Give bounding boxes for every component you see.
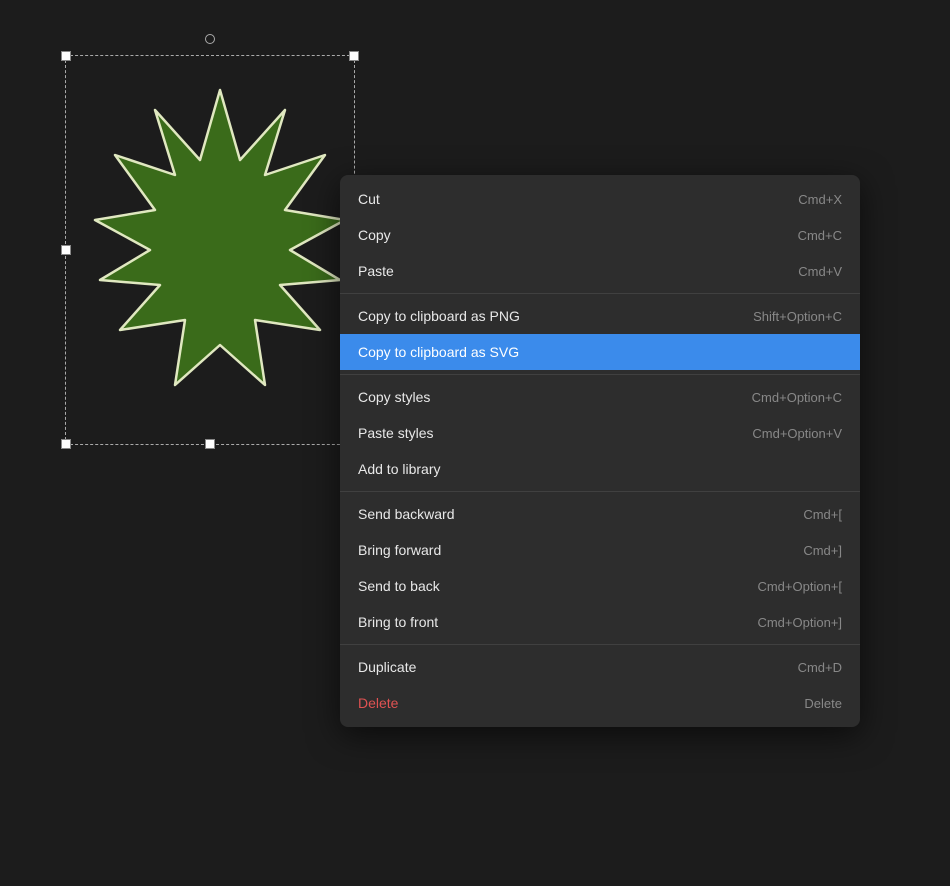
menu-item-copy-styles[interactable]: Copy styles Cmd+Option+C bbox=[340, 379, 860, 415]
menu-item-copy[interactable]: Copy Cmd+C bbox=[340, 217, 860, 253]
menu-shortcut-send-back: Cmd+Option+[ bbox=[757, 579, 842, 594]
menu-shortcut-send-backward: Cmd+[ bbox=[803, 507, 842, 522]
divider-3 bbox=[340, 491, 860, 492]
menu-item-paste-styles[interactable]: Paste styles Cmd+Option+V bbox=[340, 415, 860, 451]
menu-item-bring-front[interactable]: Bring to front Cmd+Option+] bbox=[340, 604, 860, 640]
menu-shortcut-copy-styles: Cmd+Option+C bbox=[752, 390, 842, 405]
menu-shortcut-paste: Cmd+V bbox=[798, 264, 842, 279]
menu-label-paste: Paste bbox=[358, 263, 394, 279]
menu-label-bring-front: Bring to front bbox=[358, 614, 438, 630]
menu-label-delete: Delete bbox=[358, 695, 398, 711]
canvas: Cut Cmd+X Copy Cmd+C Paste Cmd+V Copy to… bbox=[0, 0, 950, 886]
menu-label-paste-styles: Paste styles bbox=[358, 425, 433, 441]
menu-label-copy: Copy bbox=[358, 227, 391, 243]
menu-item-copy-png[interactable]: Copy to clipboard as PNG Shift+Option+C bbox=[340, 298, 860, 334]
handle-top-left[interactable] bbox=[61, 51, 71, 61]
rotation-handle[interactable] bbox=[205, 34, 215, 44]
menu-shortcut-paste-styles: Cmd+Option+V bbox=[752, 426, 842, 441]
menu-item-duplicate[interactable]: Duplicate Cmd+D bbox=[340, 649, 860, 685]
menu-item-add-library[interactable]: Add to library bbox=[340, 451, 860, 487]
menu-item-send-backward[interactable]: Send backward Cmd+[ bbox=[340, 496, 860, 532]
handle-mid-left[interactable] bbox=[61, 245, 71, 255]
menu-label-send-backward: Send backward bbox=[358, 506, 455, 522]
context-menu: Cut Cmd+X Copy Cmd+C Paste Cmd+V Copy to… bbox=[340, 175, 860, 727]
menu-item-send-back[interactable]: Send to back Cmd+Option+[ bbox=[340, 568, 860, 604]
handle-bot-mid[interactable] bbox=[205, 439, 215, 449]
menu-shortcut-duplicate: Cmd+D bbox=[798, 660, 842, 675]
divider-4 bbox=[340, 644, 860, 645]
menu-item-delete[interactable]: Delete Delete bbox=[340, 685, 860, 721]
menu-item-paste[interactable]: Paste Cmd+V bbox=[340, 253, 860, 289]
menu-label-send-back: Send to back bbox=[358, 578, 440, 594]
menu-label-add-library: Add to library bbox=[358, 461, 440, 477]
handle-top-right[interactable] bbox=[349, 51, 359, 61]
menu-shortcut-bring-front: Cmd+Option+] bbox=[757, 615, 842, 630]
selection-box bbox=[65, 55, 355, 445]
menu-shortcut-delete: Delete bbox=[804, 696, 842, 711]
divider-1 bbox=[340, 293, 860, 294]
menu-label-duplicate: Duplicate bbox=[358, 659, 416, 675]
divider-2 bbox=[340, 374, 860, 375]
menu-shortcut-cut: Cmd+X bbox=[798, 192, 842, 207]
menu-item-cut[interactable]: Cut Cmd+X bbox=[340, 181, 860, 217]
menu-item-bring-forward[interactable]: Bring forward Cmd+] bbox=[340, 532, 860, 568]
menu-label-copy-svg: Copy to clipboard as SVG bbox=[358, 344, 519, 360]
menu-item-copy-svg[interactable]: Copy to clipboard as SVG bbox=[340, 334, 860, 370]
menu-label-bring-forward: Bring forward bbox=[358, 542, 441, 558]
menu-shortcut-copy-png: Shift+Option+C bbox=[753, 309, 842, 324]
menu-shortcut-bring-forward: Cmd+] bbox=[803, 543, 842, 558]
menu-label-cut: Cut bbox=[358, 191, 380, 207]
menu-shortcut-copy: Cmd+C bbox=[798, 228, 842, 243]
menu-label-copy-png: Copy to clipboard as PNG bbox=[358, 308, 520, 324]
handle-bot-left[interactable] bbox=[61, 439, 71, 449]
menu-label-copy-styles: Copy styles bbox=[358, 389, 430, 405]
